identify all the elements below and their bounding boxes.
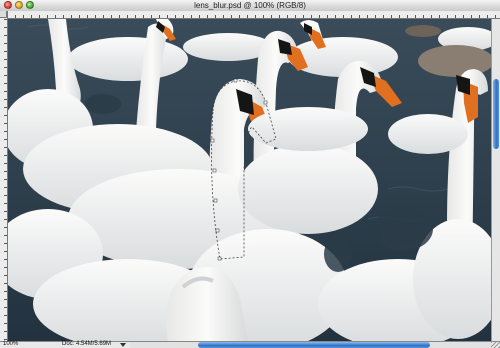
zoom-level-field[interactable]: 100% [3, 341, 18, 348]
photoshop-document-window: lens_blur.psd @ 100% (RGB/8) 100% Doc: 4… [0, 0, 500, 348]
horizontal-scroll-thumb[interactable] [198, 342, 430, 348]
document-size-info: Doc: 4.54M/5.69M [62, 341, 112, 347]
vertical-scroll-thumb[interactable] [493, 79, 499, 149]
ruler-origin-corner[interactable] [0, 11, 7, 18]
triangle-down-icon[interactable] [120, 343, 126, 347]
swan-photo [8, 19, 491, 341]
window-title: lens_blur.psd @ 100% (RGB/8) [194, 1, 306, 10]
horizontal-scrollbar[interactable] [130, 342, 491, 348]
horizontal-ruler[interactable] [7, 11, 500, 19]
vertical-ruler[interactable] [0, 11, 8, 341]
status-bar: 100% Doc: 4.54M/5.69M [0, 341, 500, 348]
vertical-scrollbar[interactable] [491, 19, 500, 341]
document-canvas[interactable] [8, 19, 491, 341]
resize-grip-icon[interactable] [491, 342, 500, 348]
